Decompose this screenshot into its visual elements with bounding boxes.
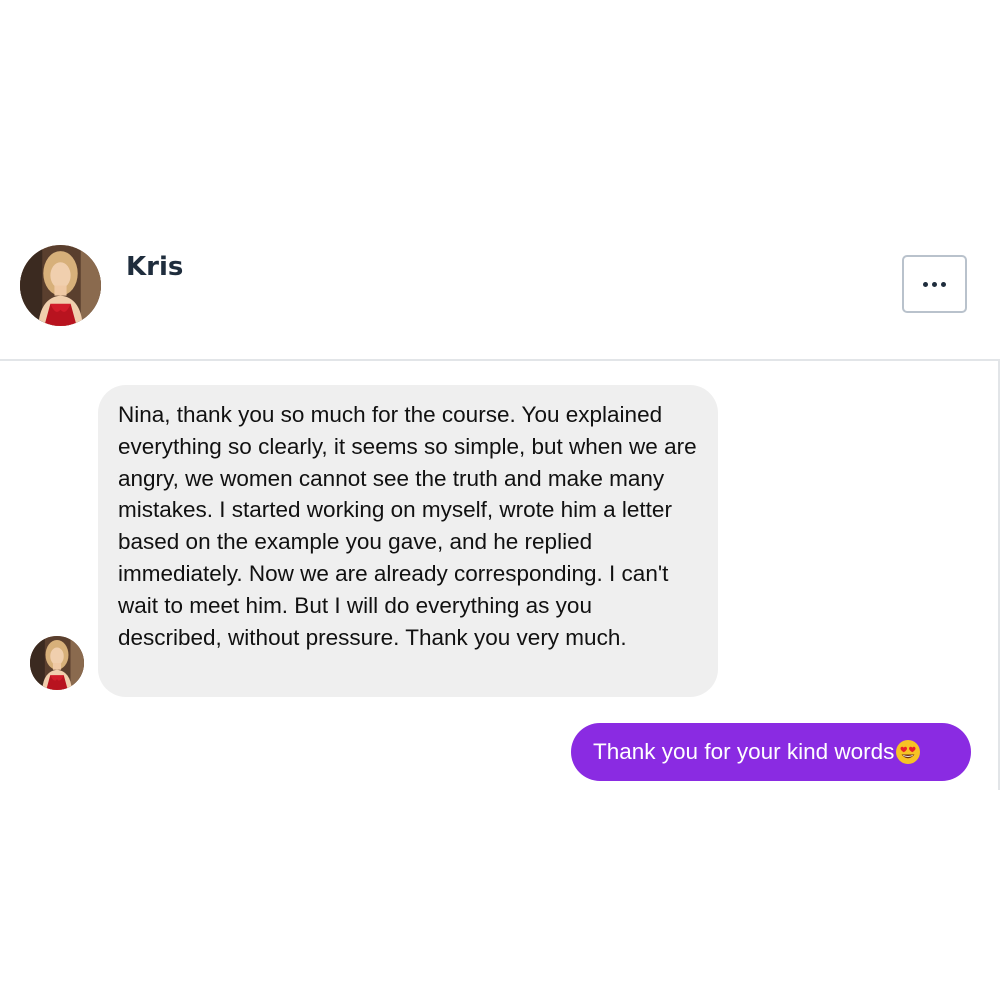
contact-name: Kris xyxy=(126,252,184,282)
heart-eyes-emoji-icon xyxy=(895,739,921,765)
chat-window: Kris Nina, thank you so much for the cou… xyxy=(0,0,1000,1000)
header-divider xyxy=(0,359,1000,361)
chat-header: Kris xyxy=(0,240,1000,360)
message-avatar[interactable] xyxy=(30,636,84,690)
avatar[interactable] xyxy=(20,245,101,326)
more-options-button[interactable] xyxy=(902,255,967,313)
avatar-image xyxy=(20,245,101,326)
incoming-message[interactable]: Nina, thank you so much for the course. … xyxy=(98,385,718,697)
ellipsis-icon xyxy=(923,281,946,287)
outgoing-message-text: Thank you for your kind words xyxy=(593,739,895,764)
avatar-image xyxy=(30,636,84,690)
outgoing-message[interactable]: Thank you for your kind words xyxy=(571,723,971,781)
